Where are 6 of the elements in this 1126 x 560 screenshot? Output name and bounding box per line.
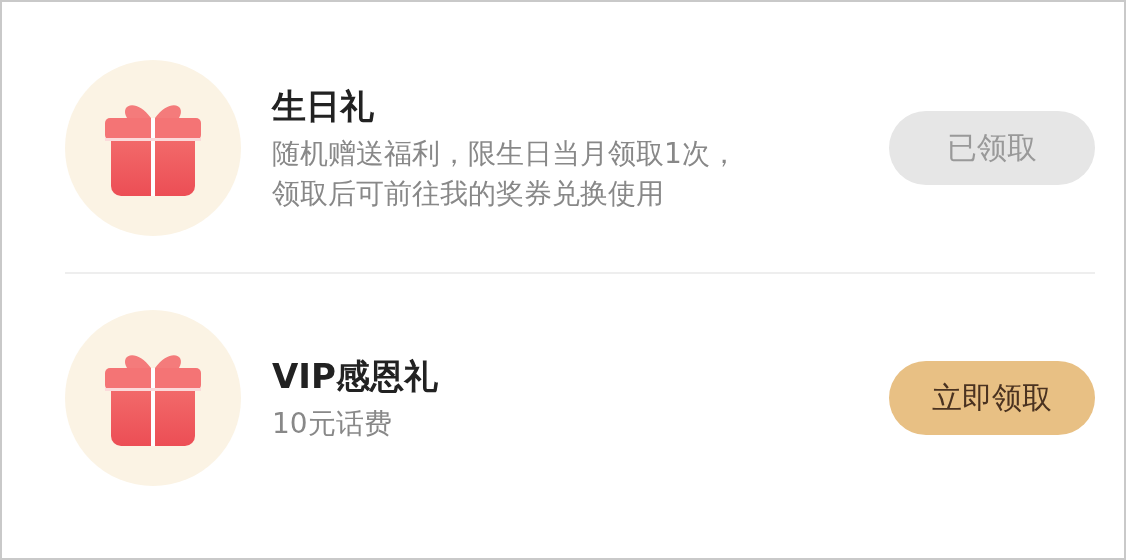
gift-description: 领取后可前往我的奖券兑换使用 <box>272 176 665 212</box>
gift-description: 10元话费 <box>272 406 393 442</box>
gift-description: 随机赠送福利，限生日当月领取1次， <box>272 136 739 172</box>
gift-title: VIP感恩礼 <box>272 355 439 398</box>
claim-button[interactable]: 立即领取 <box>889 361 1095 435</box>
gift-title: 生日礼 <box>272 85 375 128</box>
